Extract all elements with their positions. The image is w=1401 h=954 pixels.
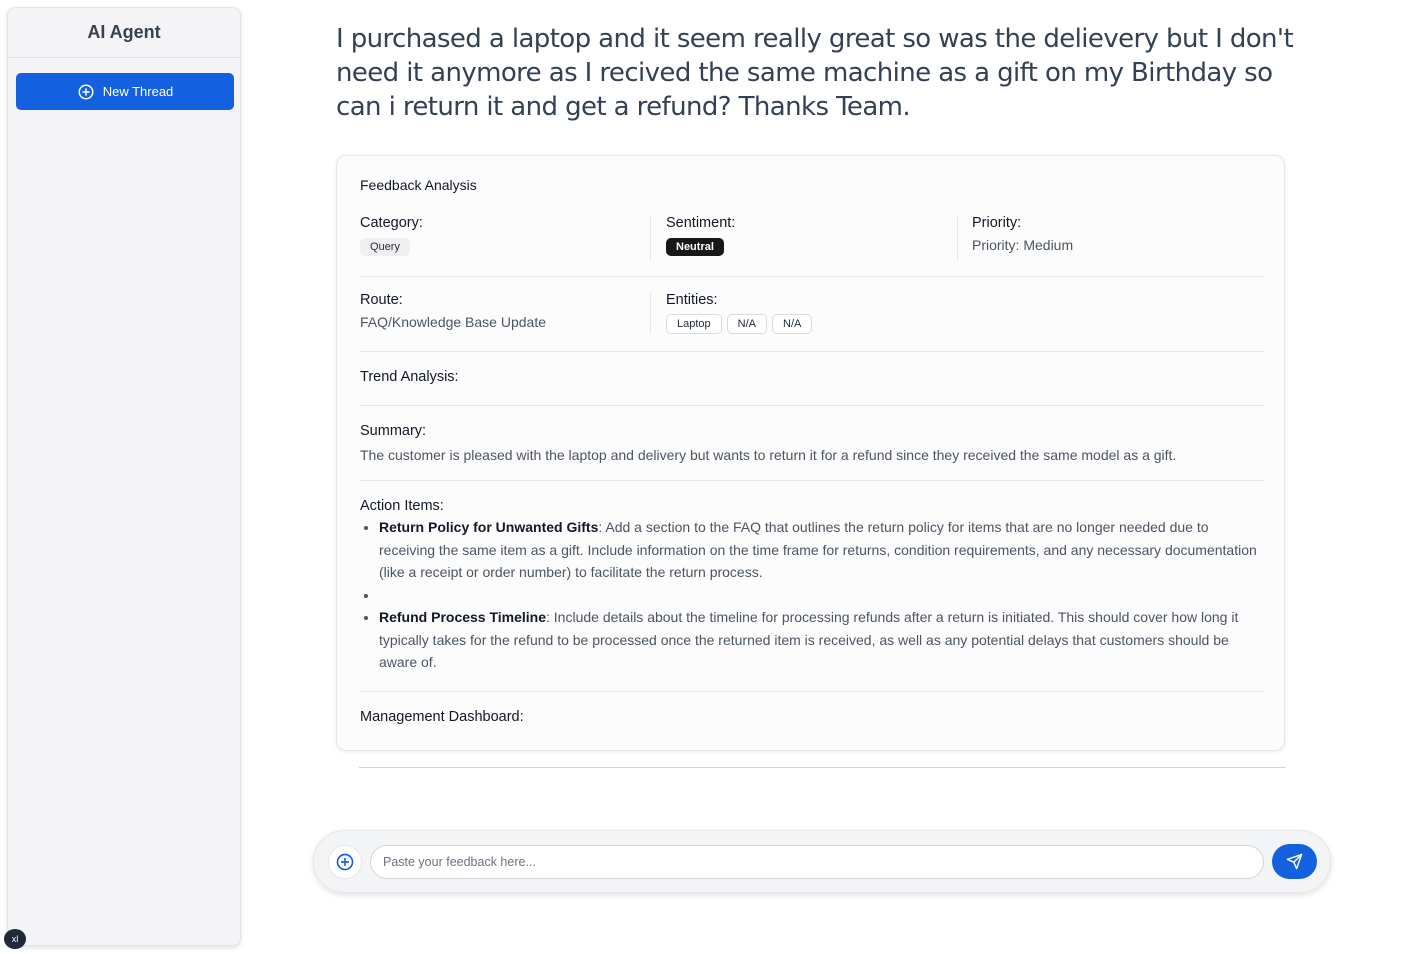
composer bbox=[313, 830, 1331, 893]
divider bbox=[360, 480, 1264, 481]
sentiment-label: Sentiment: bbox=[666, 215, 736, 231]
route-value: FAQ/Knowledge Base Update bbox=[360, 314, 547, 330]
send-button[interactable] bbox=[1272, 844, 1317, 879]
entity-badge: N/A bbox=[726, 314, 767, 334]
list-item bbox=[379, 584, 1264, 607]
entities-label: Entities: bbox=[666, 292, 718, 308]
trend-section: Trend Analysis: bbox=[360, 369, 1264, 391]
list-item: Refund Process Timeline: Include details… bbox=[379, 606, 1264, 674]
route-section: Route: FAQ/Knowledge Base Update bbox=[360, 292, 640, 332]
summary-section: Summary: The customer is pleased with th… bbox=[360, 423, 1264, 465]
sidebar-title: AI Agent bbox=[8, 8, 240, 58]
action-item-title: Return Policy for Unwanted Gifts bbox=[379, 519, 599, 535]
sentiment-section: Sentiment: Neutral bbox=[666, 215, 946, 256]
category-badge: Query bbox=[360, 238, 410, 256]
new-thread-label: New Thread bbox=[102, 84, 174, 99]
plus-circle-icon bbox=[335, 852, 355, 872]
classification-row: Category: Query Sentiment: Neutral Prior… bbox=[360, 215, 1264, 262]
action-items-list: Return Policy for Unwanted Gifts: Add a … bbox=[360, 516, 1264, 674]
route-label: Route: bbox=[360, 292, 403, 308]
action-items-section: Action Items: Return Policy for Unwanted… bbox=[360, 498, 1264, 674]
category-label: Category: bbox=[360, 215, 423, 231]
dashboard-label: Management Dashboard: bbox=[360, 709, 524, 725]
priority-section: Priority: Priority: Medium bbox=[972, 215, 1262, 255]
user-question: I purchased a laptop and it seem really … bbox=[336, 24, 1294, 122]
list-item: Return Policy for Unwanted Gifts: Add a … bbox=[379, 516, 1264, 584]
card-title: Feedback Analysis bbox=[360, 177, 477, 193]
action-items-label: Action Items: bbox=[360, 498, 444, 514]
trend-label: Trend Analysis: bbox=[360, 369, 459, 385]
priority-label: Priority: bbox=[972, 215, 1022, 231]
divider bbox=[957, 215, 958, 261]
summary-text: The customer is pleased with the laptop … bbox=[360, 447, 1177, 463]
breakpoint-badge: xl bbox=[4, 929, 26, 949]
divider bbox=[360, 691, 1264, 692]
divider bbox=[650, 292, 651, 334]
sidebar: AI Agent New Thread bbox=[7, 7, 241, 946]
category-section: Category: Query bbox=[360, 215, 640, 256]
plus-circle-icon bbox=[77, 83, 95, 101]
feedback-input[interactable] bbox=[370, 845, 1264, 879]
attach-button[interactable] bbox=[328, 845, 362, 879]
priority-value: Priority: Medium bbox=[972, 237, 1074, 253]
routing-row: Route: FAQ/Knowledge Base Update Entitie… bbox=[360, 292, 1264, 339]
action-item-title: Refund Process Timeline bbox=[379, 609, 547, 625]
dashboard-section: Management Dashboard: bbox=[360, 709, 1264, 731]
feedback-analysis-card: Feedback Analysis Category: Query Sentim… bbox=[336, 155, 1285, 751]
divider bbox=[360, 351, 1264, 352]
divider bbox=[650, 215, 651, 261]
entity-badge: Laptop bbox=[666, 314, 722, 334]
divider bbox=[360, 276, 1264, 277]
entity-badge: N/A bbox=[772, 314, 813, 334]
summary-label: Summary: bbox=[360, 423, 427, 439]
divider bbox=[360, 405, 1264, 406]
sentiment-badge: Neutral bbox=[666, 238, 724, 256]
new-thread-button[interactable]: New Thread bbox=[16, 73, 234, 110]
entities-section: Entities: Laptop N/A N/A bbox=[666, 292, 1166, 334]
divider bbox=[359, 767, 1286, 768]
send-icon bbox=[1286, 853, 1303, 870]
